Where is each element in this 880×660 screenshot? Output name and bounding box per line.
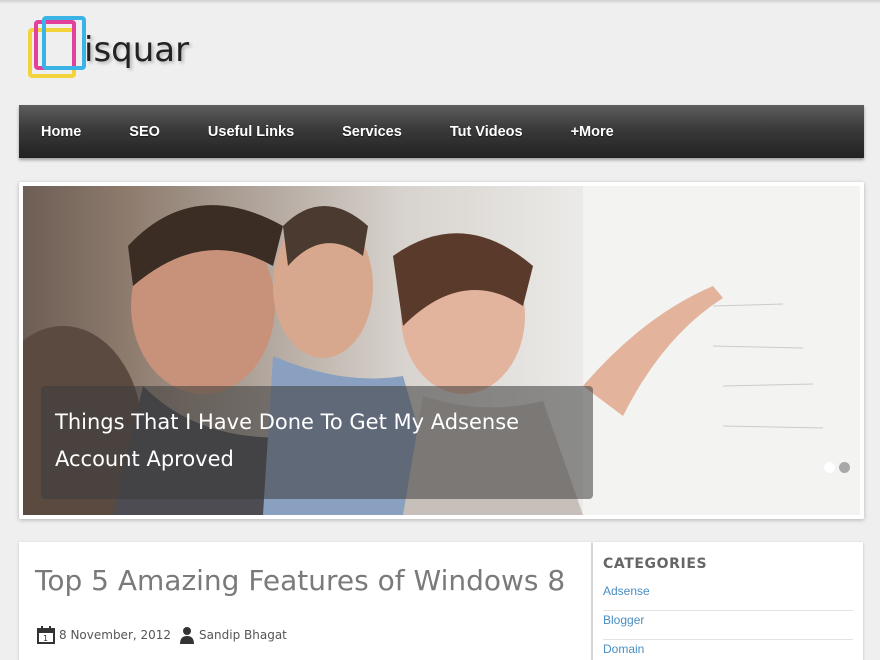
- featured-slider: Things That I Have Done To Get My Adsens…: [19, 182, 864, 519]
- nav-item-services[interactable]: Services: [342, 124, 402, 140]
- user-icon: [180, 627, 195, 644]
- slide-caption-line-2[interactable]: Account Aproved: [55, 441, 579, 478]
- calendar-icon: 1: [37, 626, 55, 644]
- nav-item-seo[interactable]: SEO: [129, 124, 160, 140]
- slide-caption: Things That I Have Done To Get My Adsens…: [41, 386, 593, 499]
- category-item-domain[interactable]: Domain: [603, 640, 853, 660]
- svg-text:1: 1: [43, 634, 48, 643]
- post-card: Top 5 Amazing Features of Windows 8 1 8 …: [19, 542, 591, 660]
- sidebar-categories: CATEGORIES Adsense Blogger Domain: [593, 542, 863, 660]
- post-title[interactable]: Top 5 Amazing Features of Windows 8: [35, 564, 575, 597]
- nav-item-home[interactable]: Home: [41, 124, 81, 140]
- slider-pagination: [824, 462, 850, 473]
- post-date: 8 November, 2012: [59, 628, 172, 642]
- category-item-adsense[interactable]: Adsense: [603, 582, 853, 611]
- logo-text: isquar: [84, 30, 190, 70]
- category-list: Adsense Blogger Domain: [603, 582, 853, 660]
- slide-caption-line-1[interactable]: Things That I Have Done To Get My Adsens…: [55, 404, 579, 441]
- slider-dot-1[interactable]: [824, 462, 835, 473]
- site-logo[interactable]: isquar: [24, 14, 224, 88]
- post-author[interactable]: Sandip Bhagat: [199, 628, 287, 642]
- sidebar-title: CATEGORIES: [603, 556, 708, 572]
- nav-item-tut-videos[interactable]: Tut Videos: [450, 124, 523, 140]
- slider-dot-2[interactable]: [839, 462, 850, 473]
- post-meta: 1 8 November, 2012 Sandip Bhagat: [37, 626, 287, 644]
- nav-item-more[interactable]: +More: [571, 124, 614, 140]
- top-shadow-line: [0, 0, 880, 4]
- main-nav: Home SEO Useful Links Services Tut Video…: [19, 105, 864, 158]
- nav-item-useful-links[interactable]: Useful Links: [208, 124, 294, 140]
- slide-image[interactable]: Things That I Have Done To Get My Adsens…: [23, 186, 860, 515]
- category-item-blogger[interactable]: Blogger: [603, 611, 853, 640]
- post-author-wrap: Sandip Bhagat: [179, 626, 287, 644]
